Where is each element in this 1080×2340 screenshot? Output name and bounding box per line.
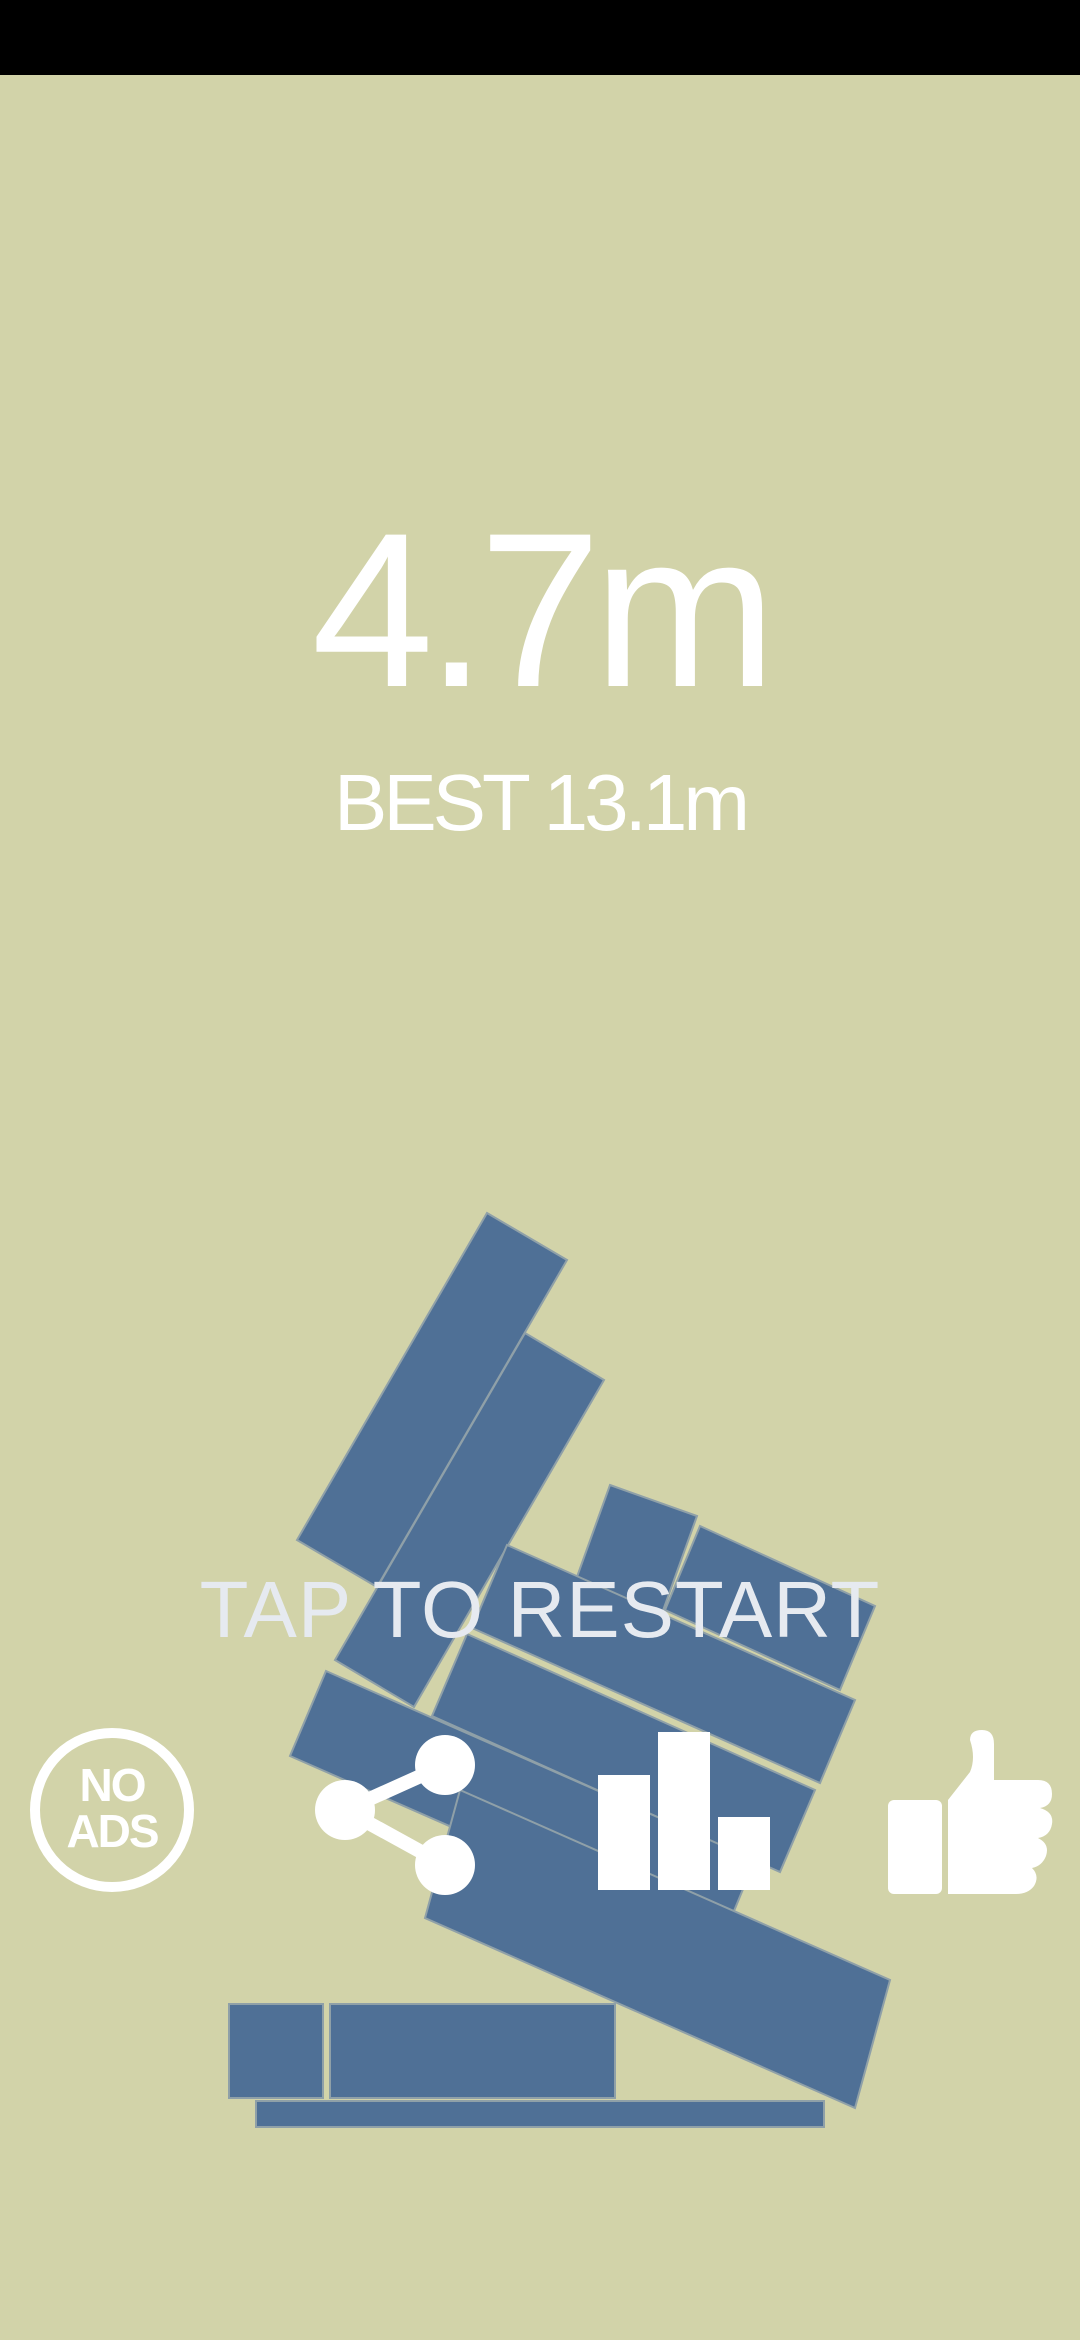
no-ads-button[interactable]: NO ADS: [22, 1720, 202, 1900]
block: [255, 2100, 825, 2128]
tap-to-restart-prompt[interactable]: TAP TO RESTART: [0, 1570, 1080, 1650]
block: [228, 2003, 324, 2099]
share-button[interactable]: [310, 1720, 490, 1900]
like-button[interactable]: [878, 1720, 1058, 1900]
block-tower: [228, 1211, 892, 2128]
thumbs-up-icon: [888, 1730, 1053, 1894]
leaderboard-icon: [598, 1732, 770, 1890]
share-icon: [315, 1735, 475, 1895]
leaderboard-button[interactable]: [590, 1720, 770, 1900]
no-ads-label: NO ADS: [66, 1759, 159, 1857]
block: [329, 2003, 616, 2099]
